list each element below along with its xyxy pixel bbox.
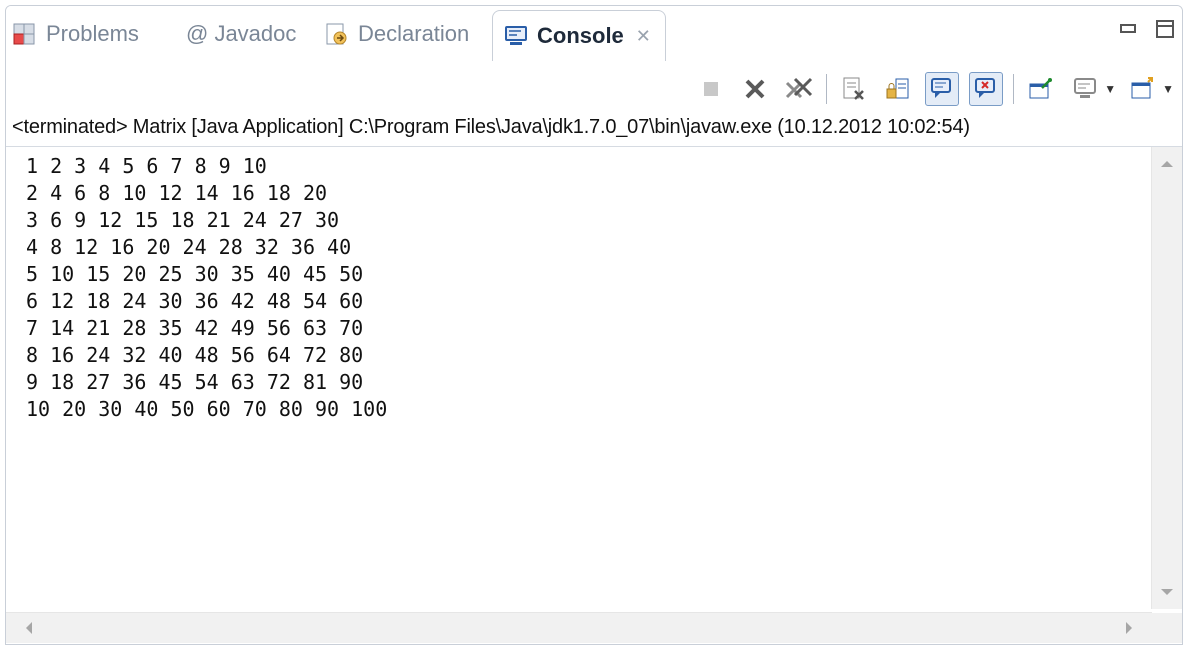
console-line: 8 16 24 32 40 48 56 64 72 80 bbox=[26, 343, 364, 367]
tab-console[interactable]: Console ✕ bbox=[492, 10, 666, 61]
terminate-icon[interactable] bbox=[694, 72, 728, 106]
console-line: 1 2 3 4 5 6 7 8 9 10 bbox=[26, 154, 267, 178]
clear-console-icon[interactable] bbox=[837, 72, 871, 106]
console-icon bbox=[503, 23, 529, 49]
console-output[interactable]: 1 2 3 4 5 6 7 8 9 10 2 4 6 8 10 12 14 16… bbox=[6, 146, 1182, 643]
vertical-scrollbar[interactable] bbox=[1151, 147, 1182, 609]
problems-icon bbox=[12, 21, 38, 47]
close-icon[interactable]: ✕ bbox=[636, 26, 651, 47]
console-view: Problems @ Javadoc Declaration Console ✕… bbox=[5, 5, 1183, 645]
toolbar-separator bbox=[826, 74, 828, 104]
chevron-down-icon[interactable]: ▼ bbox=[1104, 82, 1116, 96]
scroll-lock-icon[interactable] bbox=[881, 72, 915, 106]
console-lines: 1 2 3 4 5 6 7 8 9 10 2 4 6 8 10 12 14 16… bbox=[26, 153, 387, 423]
console-line: 4 8 12 16 20 24 28 32 36 40 bbox=[26, 235, 352, 259]
show-console-on-stdout-icon[interactable] bbox=[925, 72, 960, 106]
tab-label: Problems bbox=[46, 21, 139, 46]
horizontal-scrollbar[interactable] bbox=[6, 612, 1152, 643]
display-selected-console-icon[interactable] bbox=[1068, 72, 1102, 106]
view-window-controls bbox=[1120, 20, 1174, 38]
console-line: 2 4 6 8 10 12 14 16 18 20 bbox=[26, 181, 328, 205]
open-console-icon[interactable] bbox=[1126, 72, 1160, 106]
console-line: 9 18 27 36 45 54 63 72 81 90 bbox=[26, 370, 364, 394]
tab-declaration[interactable]: Declaration bbox=[324, 12, 469, 56]
declaration-icon bbox=[324, 21, 350, 47]
tab-label: Console bbox=[537, 23, 624, 48]
console-line: 7 14 21 28 35 42 49 56 63 70 bbox=[26, 316, 364, 340]
scrollbar-corner bbox=[1152, 613, 1182, 643]
toolbar-separator bbox=[1013, 74, 1015, 104]
pin-console-icon[interactable] bbox=[1024, 72, 1058, 106]
console-line: 10 20 30 40 50 60 70 80 90 100 bbox=[26, 397, 388, 421]
view-tab-bar: Problems @ Javadoc Declaration Console ✕ bbox=[6, 6, 1182, 64]
console-toolbar: ▼ ▼ bbox=[614, 64, 1182, 114]
scroll-right-icon[interactable] bbox=[1126, 622, 1132, 634]
maximize-icon[interactable] bbox=[1156, 20, 1174, 38]
tab-label: Declaration bbox=[358, 21, 470, 46]
tab-javadoc[interactable]: @ Javadoc bbox=[186, 12, 296, 56]
remove-all-terminated-icon[interactable] bbox=[782, 72, 816, 106]
process-status-label: <terminated> Matrix [Java Application] C… bbox=[12, 116, 970, 138]
scroll-down-icon[interactable] bbox=[1161, 589, 1173, 595]
console-line: 5 10 15 20 25 30 35 40 45 50 bbox=[26, 262, 364, 286]
chevron-down-icon[interactable]: ▼ bbox=[1162, 82, 1174, 96]
scroll-up-icon[interactable] bbox=[1161, 161, 1173, 167]
tab-label: @ Javadoc bbox=[186, 21, 297, 46]
tab-problems[interactable]: Problems bbox=[12, 12, 139, 56]
minimize-icon[interactable] bbox=[1120, 24, 1136, 33]
scroll-left-icon[interactable] bbox=[26, 622, 32, 634]
show-console-on-stderr-icon[interactable] bbox=[969, 72, 1004, 106]
console-line: 6 12 18 24 30 36 42 48 54 60 bbox=[26, 289, 364, 313]
console-line: 3 6 9 12 15 18 21 24 27 30 bbox=[26, 208, 340, 232]
remove-launch-icon[interactable] bbox=[738, 72, 772, 106]
